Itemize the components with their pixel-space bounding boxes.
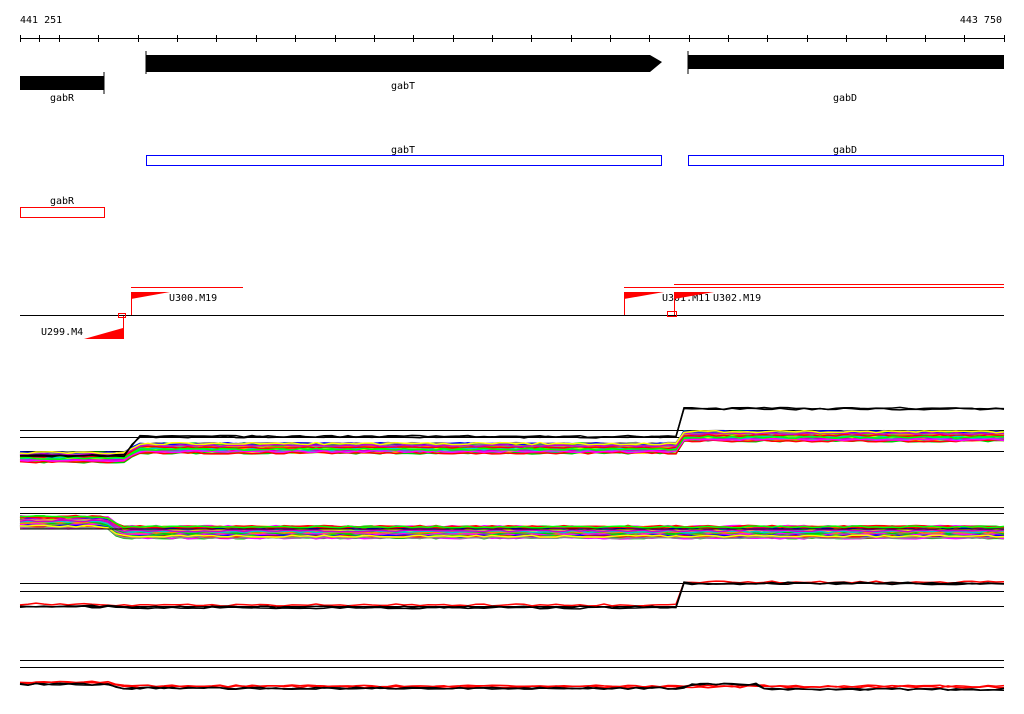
transcript-wedge [624,292,664,299]
expression-trace [19,680,1005,688]
gene-gabR[interactable]: gabR [20,72,105,104]
gene-gabT[interactable]: gabT [145,51,662,92]
cds-label: gabD [833,145,857,156]
gene-gabD[interactable]: gabD [687,51,1004,104]
cds-box [688,155,1004,166]
cds-gabR[interactable]: gabR [20,196,105,218]
gene-bar [688,55,1004,69]
transcript-label: U299.M4 [41,327,83,338]
transcript-U301[interactable]: U301.M11 [624,287,1004,316]
transcript-wedge [84,328,123,339]
transcript-U300[interactable]: U300.M19 [131,287,243,316]
transcript-wedge [131,292,170,299]
gene-bar [20,76,104,90]
cds-box [20,207,105,218]
ruler-start-label: 441 251 [20,15,62,26]
transcript-U302[interactable]: U302.M19 [667,284,1005,317]
genome-browser-canvas: 441 251 443 750 gabR gabT gabD gabT gabD… [19,15,1005,692]
expression-trace [19,580,1005,607]
gene-label: gabR [50,93,75,104]
cds-gabT[interactable]: gabT [146,145,662,166]
gene-label: gabT [391,81,415,92]
transcript-U299[interactable]: U299.M4 [41,313,126,340]
cds-label: gabR [50,196,75,207]
gene-arrow [146,55,662,72]
expression-traces [19,406,1005,692]
position-ruler [20,35,1005,42]
gene-label: gabD [833,93,857,104]
cds-gabD[interactable]: gabD [688,145,1004,166]
transcript-label: U302.M19 [713,293,761,304]
cds-box [146,155,662,166]
transcript-label: U300.M19 [169,293,217,304]
cds-label: gabT [391,145,415,156]
ruler-end-label: 443 750 [960,15,1002,26]
